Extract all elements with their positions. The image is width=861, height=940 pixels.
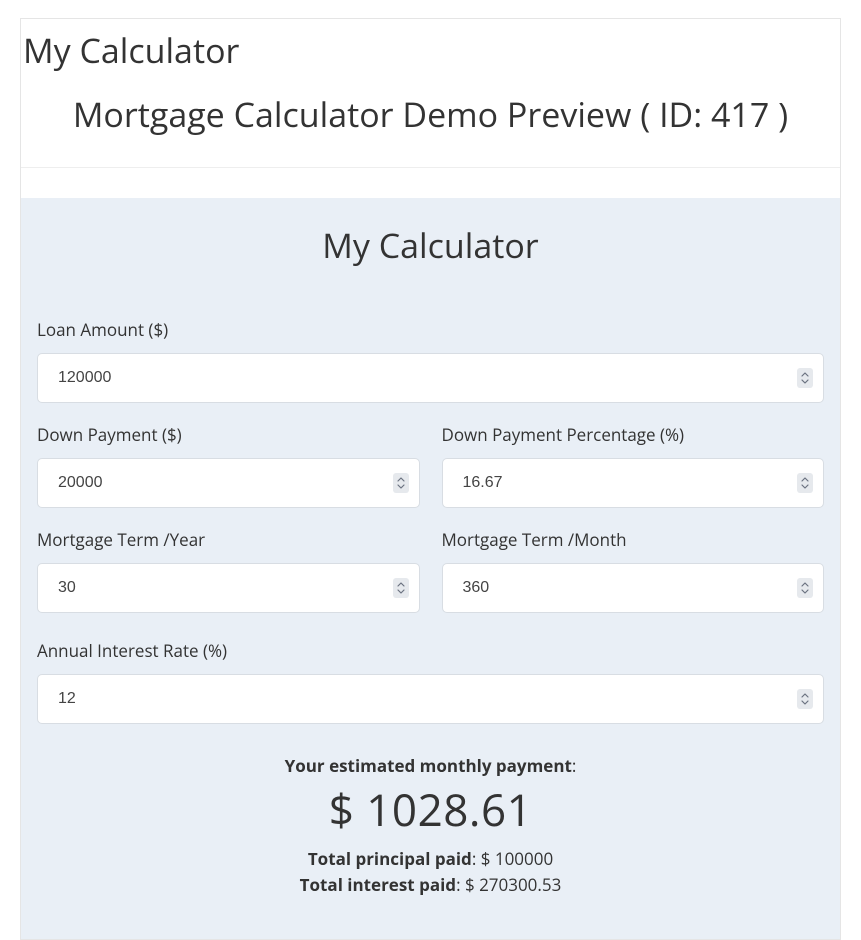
term-year-input[interactable] bbox=[38, 564, 419, 612]
down-payment-pct-input-wrap bbox=[442, 458, 825, 508]
term-month-input-wrap bbox=[442, 563, 825, 613]
down-payment-pct-input[interactable] bbox=[443, 459, 824, 507]
divider bbox=[21, 168, 840, 198]
stepper-icon[interactable] bbox=[393, 473, 409, 493]
estimate-label-line: Your estimated monthly payment: bbox=[37, 754, 824, 777]
field-term-year: Mortgage Term /Year bbox=[37, 528, 420, 613]
loan-amount-label: Loan Amount ($) bbox=[37, 318, 824, 341]
field-loan-amount: Loan Amount ($) bbox=[37, 318, 824, 403]
principal-line: Total principal paid: $ 100000 bbox=[37, 847, 824, 870]
calculator-title: My Calculator bbox=[37, 222, 824, 268]
annual-rate-input[interactable] bbox=[38, 675, 823, 723]
calculator-card: My Calculator Mortgage Calculator Demo P… bbox=[20, 18, 841, 940]
down-payment-label: Down Payment ($) bbox=[37, 423, 420, 446]
page-subtitle: Mortgage Calculator Demo Preview ( ID: 4… bbox=[21, 91, 840, 137]
term-month-input[interactable] bbox=[443, 564, 824, 612]
term-month-label: Mortgage Term /Month bbox=[442, 528, 825, 551]
field-annual-rate: Annual Interest Rate (%) bbox=[37, 639, 824, 724]
calculator-panel: My Calculator Loan Amount ($) Down Payme… bbox=[21, 198, 840, 939]
field-down-payment-pct: Down Payment Percentage (%) bbox=[442, 423, 825, 508]
term-year-label: Mortgage Term /Year bbox=[37, 528, 420, 551]
interest-line: Total interest paid: $ 270300.53 bbox=[37, 873, 824, 896]
down-payment-input[interactable] bbox=[38, 459, 419, 507]
estimate-colon: : bbox=[572, 754, 576, 777]
down-payment-input-wrap bbox=[37, 458, 420, 508]
stepper-icon[interactable] bbox=[797, 473, 813, 493]
interest-value: : $ 270300.53 bbox=[456, 873, 561, 896]
field-term-month: Mortgage Term /Month bbox=[442, 528, 825, 613]
loan-amount-input-wrap bbox=[37, 353, 824, 403]
results-block: Your estimated monthly payment: $ 1028.6… bbox=[37, 754, 824, 896]
estimate-value: $ 1028.61 bbox=[37, 779, 824, 839]
annual-rate-input-wrap bbox=[37, 674, 824, 724]
interest-label: Total interest paid bbox=[300, 873, 456, 896]
stepper-icon[interactable] bbox=[797, 578, 813, 598]
principal-value: : $ 100000 bbox=[472, 847, 553, 870]
estimate-label: Your estimated monthly payment bbox=[285, 754, 572, 777]
principal-label: Total principal paid bbox=[308, 847, 472, 870]
card-header: My Calculator Mortgage Calculator Demo P… bbox=[21, 19, 840, 168]
down-payment-pct-label: Down Payment Percentage (%) bbox=[442, 423, 825, 446]
app-title: My Calculator bbox=[21, 19, 840, 73]
loan-amount-input[interactable] bbox=[38, 354, 823, 402]
stepper-icon[interactable] bbox=[797, 368, 813, 388]
stepper-icon[interactable] bbox=[393, 578, 409, 598]
annual-rate-label: Annual Interest Rate (%) bbox=[37, 639, 824, 662]
field-down-payment: Down Payment ($) bbox=[37, 423, 420, 508]
term-year-input-wrap bbox=[37, 563, 420, 613]
stepper-icon[interactable] bbox=[797, 689, 813, 709]
